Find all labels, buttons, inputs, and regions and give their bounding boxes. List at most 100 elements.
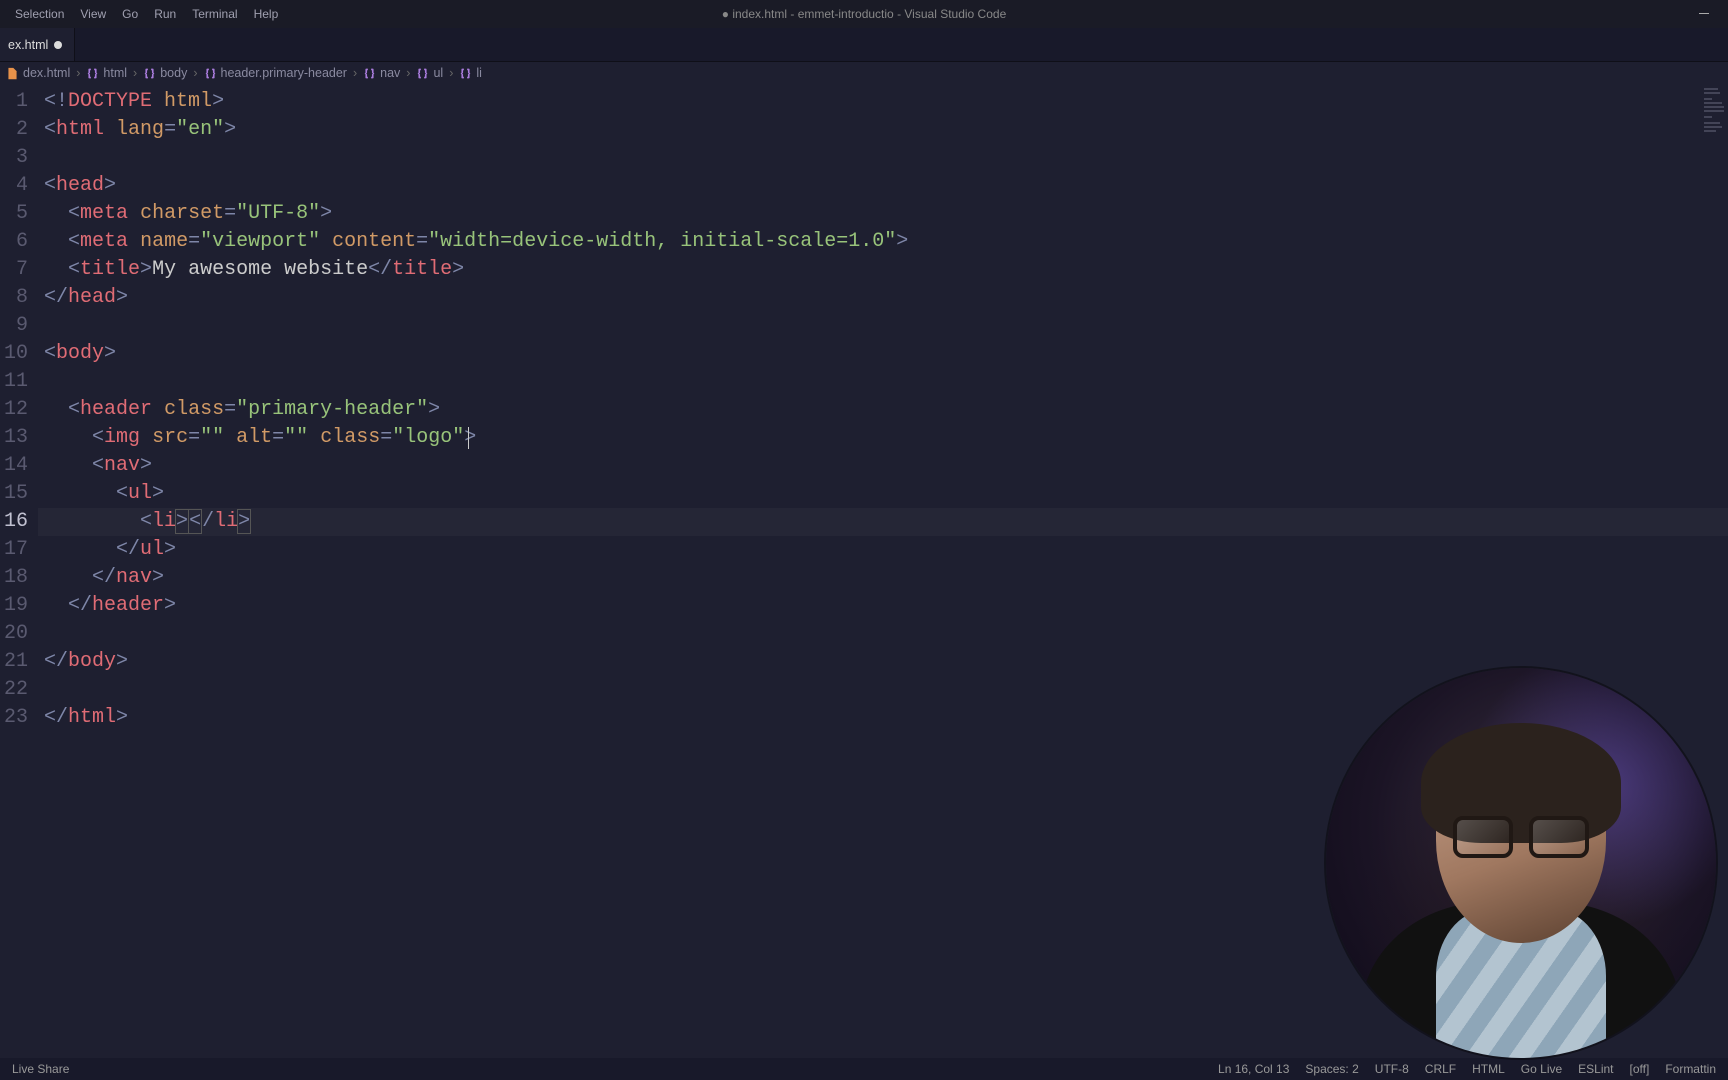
code-line[interactable]: <html lang="en"> bbox=[38, 116, 1728, 144]
line-number: 19 bbox=[0, 592, 38, 620]
code-line[interactable]: <meta charset="UTF-8"> bbox=[38, 200, 1728, 228]
brace-icon bbox=[204, 67, 217, 80]
line-number: 5 bbox=[0, 200, 38, 228]
code-line[interactable] bbox=[38, 144, 1728, 172]
brace-icon bbox=[459, 67, 472, 80]
menu-run[interactable]: Run bbox=[147, 3, 183, 25]
line-number: 8 bbox=[0, 284, 38, 312]
minimap[interactable] bbox=[1704, 86, 1724, 146]
menu-go[interactable]: Go bbox=[115, 3, 145, 25]
code-line[interactable]: </head> bbox=[38, 284, 1728, 312]
line-number: 22 bbox=[0, 676, 38, 704]
line-number: 2 bbox=[0, 116, 38, 144]
line-number: 16 bbox=[0, 508, 38, 536]
line-number: 20 bbox=[0, 620, 38, 648]
code-line[interactable] bbox=[38, 312, 1728, 340]
chevron-right-icon: › bbox=[404, 66, 412, 80]
window-controls bbox=[1684, 0, 1724, 28]
breadcrumb-label: li bbox=[476, 66, 482, 80]
code-line[interactable]: </header> bbox=[38, 592, 1728, 620]
status-right: Ln 16, Col 13 Spaces: 2 UTF-8 CRLF HTML Go Li… bbox=[1218, 1062, 1716, 1076]
breadcrumb-item[interactable]: dex.html bbox=[6, 66, 70, 80]
line-number: 17 bbox=[0, 536, 38, 564]
breadcrumb-item[interactable]: ul bbox=[416, 66, 443, 80]
line-number: 15 bbox=[0, 480, 38, 508]
code-line[interactable]: <title>My awesome website</title> bbox=[38, 256, 1728, 284]
code-line[interactable]: </ul> bbox=[38, 536, 1728, 564]
brace-icon bbox=[363, 67, 376, 80]
line-number: 18 bbox=[0, 564, 38, 592]
line-number: 4 bbox=[0, 172, 38, 200]
line-number: 7 bbox=[0, 256, 38, 284]
file-icon bbox=[6, 67, 19, 80]
code-line[interactable]: <img src="" alt="" class="logo"> bbox=[38, 424, 1728, 452]
brace-icon bbox=[416, 67, 429, 80]
line-number: 12 bbox=[0, 396, 38, 424]
minimize-button[interactable] bbox=[1684, 0, 1724, 28]
status-item[interactable]: CRLF bbox=[1425, 1062, 1456, 1076]
line-number-gutter: 1234567891011121314151617181920212223 bbox=[0, 84, 38, 1058]
breadcrumb-item[interactable]: body bbox=[143, 66, 187, 80]
line-number: 10 bbox=[0, 340, 38, 368]
code-line[interactable] bbox=[38, 620, 1728, 648]
status-item[interactable]: ESLint bbox=[1578, 1062, 1613, 1076]
tab-index-html[interactable]: ex.html bbox=[0, 28, 75, 61]
line-number: 11 bbox=[0, 368, 38, 396]
line-number: 9 bbox=[0, 312, 38, 340]
brace-icon bbox=[143, 67, 156, 80]
breadcrumb-item[interactable]: li bbox=[459, 66, 482, 80]
breadcrumb-label: header.primary-header bbox=[221, 66, 347, 80]
menu-selection[interactable]: Selection bbox=[8, 3, 71, 25]
window-title: ● index.html - emmet-introductio - Visua… bbox=[722, 7, 1006, 21]
menu-help[interactable]: Help bbox=[247, 3, 286, 25]
chevron-right-icon: › bbox=[191, 66, 199, 80]
menu-bar: SelectionViewGoRunTerminalHelp bbox=[8, 3, 285, 25]
code-line[interactable]: <meta name="viewport" content="width=dev… bbox=[38, 228, 1728, 256]
chevron-right-icon: › bbox=[351, 66, 359, 80]
breadcrumb-item[interactable]: html bbox=[86, 66, 127, 80]
breadcrumb-item[interactable]: nav bbox=[363, 66, 400, 80]
dirty-indicator-icon bbox=[54, 41, 62, 49]
status-item[interactable]: Spaces: 2 bbox=[1305, 1062, 1358, 1076]
line-number: 21 bbox=[0, 648, 38, 676]
brace-icon bbox=[86, 67, 99, 80]
breadcrumb-label: body bbox=[160, 66, 187, 80]
code-line[interactable] bbox=[38, 368, 1728, 396]
line-number: 6 bbox=[0, 228, 38, 256]
code-line[interactable]: <body> bbox=[38, 340, 1728, 368]
code-line[interactable]: <head> bbox=[38, 172, 1728, 200]
line-number: 1 bbox=[0, 88, 38, 116]
status-item[interactable]: HTML bbox=[1472, 1062, 1505, 1076]
breadcrumb-item[interactable]: header.primary-header bbox=[204, 66, 347, 80]
breadcrumb: dex.html › html › body › header.primary-header… bbox=[0, 62, 1728, 84]
code-line[interactable]: <li></li> bbox=[38, 508, 1728, 536]
status-left: Live Share bbox=[12, 1062, 69, 1076]
status-item[interactable]: Live Share bbox=[12, 1062, 69, 1076]
code-line[interactable]: </nav> bbox=[38, 564, 1728, 592]
code-line[interactable]: <nav> bbox=[38, 452, 1728, 480]
code-line[interactable]: <header class="primary-header"> bbox=[38, 396, 1728, 424]
tab-bar: ex.html bbox=[0, 28, 1728, 62]
status-item[interactable]: [off] bbox=[1630, 1062, 1650, 1076]
breadcrumb-label: ul bbox=[433, 66, 443, 80]
line-number: 13 bbox=[0, 424, 38, 452]
status-item[interactable]: Go Live bbox=[1521, 1062, 1562, 1076]
menu-view[interactable]: View bbox=[73, 3, 113, 25]
code-line[interactable]: <ul> bbox=[38, 480, 1728, 508]
tab-label: ex.html bbox=[8, 38, 48, 52]
chevron-right-icon: › bbox=[74, 66, 82, 80]
line-number: 23 bbox=[0, 704, 38, 732]
status-item[interactable]: Ln 16, Col 13 bbox=[1218, 1062, 1289, 1076]
line-number: 14 bbox=[0, 452, 38, 480]
line-number: 3 bbox=[0, 144, 38, 172]
status-bar: Live Share Ln 16, Col 13 Spaces: 2 UTF-8 CR… bbox=[0, 1058, 1728, 1080]
titlebar: SelectionViewGoRunTerminalHelp ● index.h… bbox=[0, 0, 1728, 28]
breadcrumb-label: html bbox=[103, 66, 127, 80]
menu-terminal[interactable]: Terminal bbox=[185, 3, 244, 25]
text-cursor bbox=[468, 427, 469, 449]
breadcrumb-label: dex.html bbox=[23, 66, 70, 80]
status-item[interactable]: UTF-8 bbox=[1375, 1062, 1409, 1076]
status-item[interactable]: Formattin bbox=[1665, 1062, 1716, 1076]
webcam-overlay bbox=[1326, 668, 1716, 1058]
code-line[interactable]: <!DOCTYPE html> bbox=[38, 88, 1728, 116]
